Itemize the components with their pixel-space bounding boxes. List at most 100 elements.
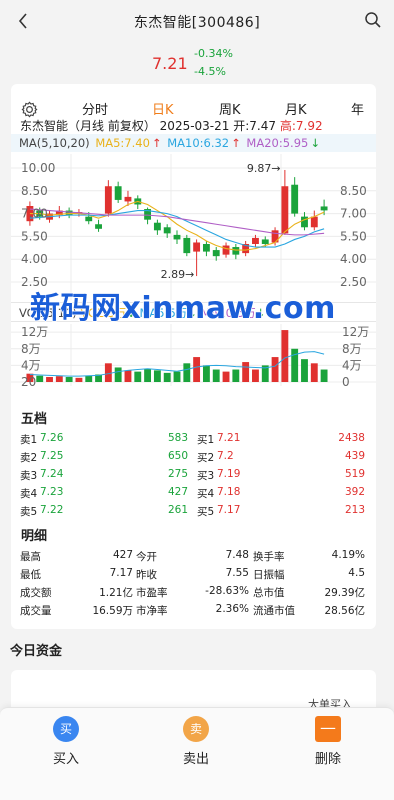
sell-price: 7.25 xyxy=(40,450,64,462)
ma5-arrow: ↑ xyxy=(151,136,162,150)
minus-icon: — xyxy=(315,716,341,742)
buy-price: 7.2 xyxy=(217,450,234,462)
sell-icon: 卖 xyxy=(183,716,209,742)
volume-bar xyxy=(271,357,279,382)
search-icon[interactable] xyxy=(364,11,382,29)
y-tick-right: 5.50 xyxy=(340,229,367,243)
buy-label: 买入 xyxy=(52,752,79,767)
tab-timeshare[interactable]: 分时 xyxy=(82,99,108,118)
volume-bar xyxy=(124,370,132,382)
settings-icon[interactable] xyxy=(21,101,38,118)
detail-label: 换手率 xyxy=(253,551,285,563)
sell-label: 卖4 xyxy=(20,488,38,500)
y-tick-right: 2.50 xyxy=(340,275,367,289)
max-price-label: 9.87→ xyxy=(247,162,281,175)
min-price-label: 2.89→ xyxy=(161,268,195,281)
detail-value: 2.36% xyxy=(215,603,249,615)
ma-legend: MA(5,10,20) MA5:7.40 ↑ MA10:6.32 ↑ MA20:5.… xyxy=(11,134,376,152)
candle-body xyxy=(114,186,122,200)
sell-label: 卖1 xyxy=(20,434,38,446)
candle-body xyxy=(252,237,259,244)
buy-volume: 392 xyxy=(344,486,365,498)
candle-body xyxy=(193,242,201,252)
candle-body xyxy=(291,184,299,214)
ma10-arrow: ↑ xyxy=(231,136,241,150)
buy-label: 买3 xyxy=(197,470,215,482)
volume-bar xyxy=(134,371,142,382)
volume-bar xyxy=(55,376,63,382)
volume-bar xyxy=(222,371,230,382)
detail-label: 昨收 xyxy=(136,569,157,581)
sell-volume: 427 xyxy=(167,486,188,498)
page-title: 东杰智能[300486] xyxy=(133,15,261,31)
sell-label: 卖3 xyxy=(20,470,38,482)
volume-bar xyxy=(242,362,250,382)
detail-label: 市净率 xyxy=(136,605,168,617)
buy-price: 7.18 xyxy=(217,486,241,498)
volume-bar xyxy=(281,330,289,382)
volume-bar xyxy=(202,365,210,382)
volume-bar xyxy=(320,369,328,382)
open-value: 开:7.47 xyxy=(233,119,277,133)
sell-price: 7.24 xyxy=(40,468,64,480)
candle-body xyxy=(232,247,240,255)
candle-body xyxy=(65,210,73,216)
volume-bar xyxy=(232,369,240,382)
tab-year[interactable]: 年 xyxy=(351,99,364,118)
detail-label: 成交额 xyxy=(20,587,52,599)
tab-week-k[interactable]: 周K xyxy=(219,99,241,118)
volume-bar xyxy=(85,375,93,382)
chart-info: 东杰智能（月线 前复权） 2025-03-21 开:7.47 高:7.92 xyxy=(20,117,323,134)
vol-tick-right: 8万 xyxy=(342,342,362,356)
tab-day-k[interactable]: 日K xyxy=(152,99,174,118)
detail-label: 总市值 xyxy=(253,587,285,599)
candle-body xyxy=(202,244,210,252)
detail-label: 日振幅 xyxy=(253,569,285,581)
candlestick-chart[interactable]: 10.00 8.50 7.00 5.50 4.00 2.50 8.50 7.00 5.50 4.0… xyxy=(11,154,376,300)
detail-value: 28.56亿 xyxy=(324,605,365,617)
detail-label: 流通市值 xyxy=(253,605,295,617)
detail-value: 1.21亿 xyxy=(99,587,133,599)
buy-button[interactable]: 买 买入 xyxy=(36,716,96,767)
detail-value: 16.59万 xyxy=(92,605,133,617)
detail-value: 7.55 xyxy=(225,567,249,579)
detail-label: 最高 xyxy=(20,551,41,563)
stock-name: 东杰智能 xyxy=(20,119,69,133)
buy-icon: 买 xyxy=(53,716,79,742)
candle-body xyxy=(163,227,171,234)
candle-body xyxy=(183,237,191,254)
sell-label: 卖5 xyxy=(20,506,38,518)
ma20-value: MA20:5.95 xyxy=(246,136,309,150)
candle-body xyxy=(320,206,328,211)
sell-button[interactable]: 卖 卖出 xyxy=(166,716,226,767)
high-value: 高:7.92 xyxy=(279,119,323,133)
candle-body xyxy=(104,186,112,214)
chart-date: 2025-03-21 xyxy=(159,119,230,133)
candle-body xyxy=(261,239,269,244)
buy-volume: 213 xyxy=(344,504,365,516)
vol-tick-right: 12万 xyxy=(342,325,369,339)
ma20-arrow: ↓ xyxy=(310,136,320,150)
change-amount: -0.34% xyxy=(194,47,233,60)
candle-body xyxy=(173,234,181,240)
current-price: 7.21 xyxy=(152,54,188,73)
volume-chart[interactable]: 12万 8万 4万 20 12万 8万 4万 0 xyxy=(11,324,376,386)
buy-volume: 519 xyxy=(344,468,365,480)
buy-label: 买1 xyxy=(197,434,215,446)
sell-label: 卖2 xyxy=(20,452,38,464)
vol-tick-left: 4万 xyxy=(21,358,41,372)
detail-value: 427 xyxy=(112,549,133,561)
delete-button[interactable]: — 删除 xyxy=(298,716,358,767)
buy-price: 7.19 xyxy=(217,468,241,480)
volume-bar xyxy=(114,367,122,382)
volume-bar xyxy=(46,377,53,382)
candle-body xyxy=(153,222,161,231)
tab-month-k[interactable]: 月K xyxy=(285,99,307,118)
vol-tick-left: 8万 xyxy=(21,342,41,356)
volume-bar xyxy=(163,372,171,382)
ma-legend-label: MA(5,10,20) xyxy=(19,136,90,150)
delete-label: 删除 xyxy=(314,752,341,767)
detail-value: -28.63% xyxy=(205,585,249,597)
detail-label: 市盈率 xyxy=(136,587,168,599)
volume-bar xyxy=(65,377,73,382)
